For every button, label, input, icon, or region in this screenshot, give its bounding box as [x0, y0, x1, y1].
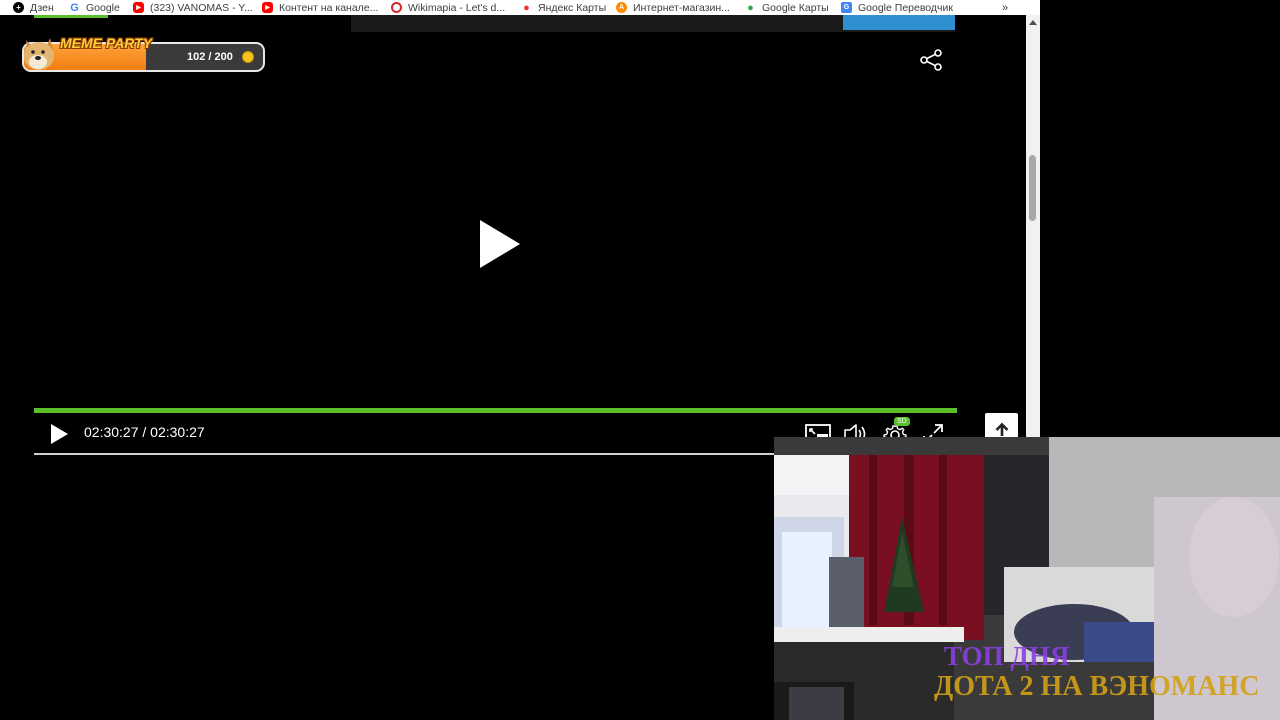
bookmark-label: Wikimapia - Let's d...	[408, 1, 506, 14]
page-top-button[interactable]	[843, 15, 955, 30]
bookmarks-more-button[interactable]: »	[1002, 0, 1008, 15]
webcam-overlay: ТОП ДНЯ ДОТА 2 НА ВЭНОМАНС	[774, 437, 1280, 720]
bookmark-label: (323) VANOMAS - Y...	[150, 1, 253, 14]
arrow-up-icon	[995, 422, 1008, 436]
bookmark-label: Google Карты	[762, 1, 829, 14]
bookmark-google-translate[interactable]: G Google Переводчик	[841, 0, 953, 15]
bookmarks-bar: + Дзен G Google ▶ (323) VANOMAS - Y... ▶…	[0, 0, 1040, 15]
bookmark-google-maps[interactable]: ● Google Карты	[745, 0, 829, 15]
doge-icon	[24, 38, 54, 70]
meme-party-widget: MEME PARTY 102 / 200	[20, 35, 267, 74]
video-player[interactable]: 02:30:27 / 02:30:27 SD	[34, 32, 957, 455]
scrollbar-thumb[interactable]	[1029, 155, 1036, 221]
google-icon: G	[70, 1, 79, 14]
map-pin-icon: ●	[523, 1, 530, 14]
page-scrollbar[interactable]	[1026, 15, 1040, 455]
bookmark-dzen[interactable]: + Дзен	[13, 0, 54, 15]
bookmark-label: Google Переводчик	[858, 1, 953, 14]
bookmark-yandex-maps[interactable]: ● Яндекс Карты	[521, 0, 606, 15]
webcam-overlay-line-1: ТОП ДНЯ	[944, 641, 1070, 671]
progress-fill	[34, 408, 957, 413]
scroll-up-arrow-icon[interactable]	[1029, 20, 1037, 25]
meme-party-count: 102 / 200	[187, 51, 233, 63]
share-icon[interactable]	[919, 49, 943, 71]
meme-party-title: MEME PARTY	[60, 35, 153, 51]
coin-icon	[242, 51, 254, 63]
bookmark-label: Интернет-магазин...	[633, 1, 730, 14]
bookmark-google[interactable]: G Google	[69, 0, 120, 15]
bookmark-label: Google	[86, 1, 120, 14]
quality-badge: SD	[894, 417, 910, 426]
google-maps-icon: ●	[747, 1, 754, 14]
dzen-icon: +	[13, 2, 24, 13]
bookmark-label: Яндекс Карты	[538, 1, 607, 14]
wikimapia-icon	[391, 2, 402, 13]
page-top-accent	[34, 15, 108, 18]
bookmark-label: Контент на канале...	[279, 1, 379, 14]
time-display: 02:30:27 / 02:30:27	[84, 424, 205, 440]
bookmark-youtube-studio[interactable]: ▶ Контент на канале...	[262, 0, 378, 15]
bookmark-online-store[interactable]: A Интернет-магазин...	[616, 0, 730, 15]
play-icon[interactable]	[48, 422, 70, 446]
big-play-icon[interactable]	[478, 218, 522, 270]
webcam-overlay-line-2: ДОТА 2 НА ВЭНОМАНС	[934, 671, 1260, 702]
google-translate-icon: G	[841, 2, 852, 13]
bookmark-wikimapia[interactable]: Wikimapia - Let's d...	[391, 0, 505, 15]
web-page: 02:30:27 / 02:30:27 SD	[0, 15, 1026, 455]
browser-viewport: 02:30:27 / 02:30:27 SD	[0, 15, 1040, 455]
youtube-studio-icon: ▶	[262, 2, 273, 13]
bookmark-label: Дзен	[30, 1, 54, 14]
aliexpress-icon: A	[616, 2, 627, 13]
bookmark-youtube-vanomas[interactable]: ▶ (323) VANOMAS - Y...	[133, 0, 253, 15]
youtube-icon: ▶	[133, 2, 144, 13]
progress-bar[interactable]	[34, 408, 957, 413]
